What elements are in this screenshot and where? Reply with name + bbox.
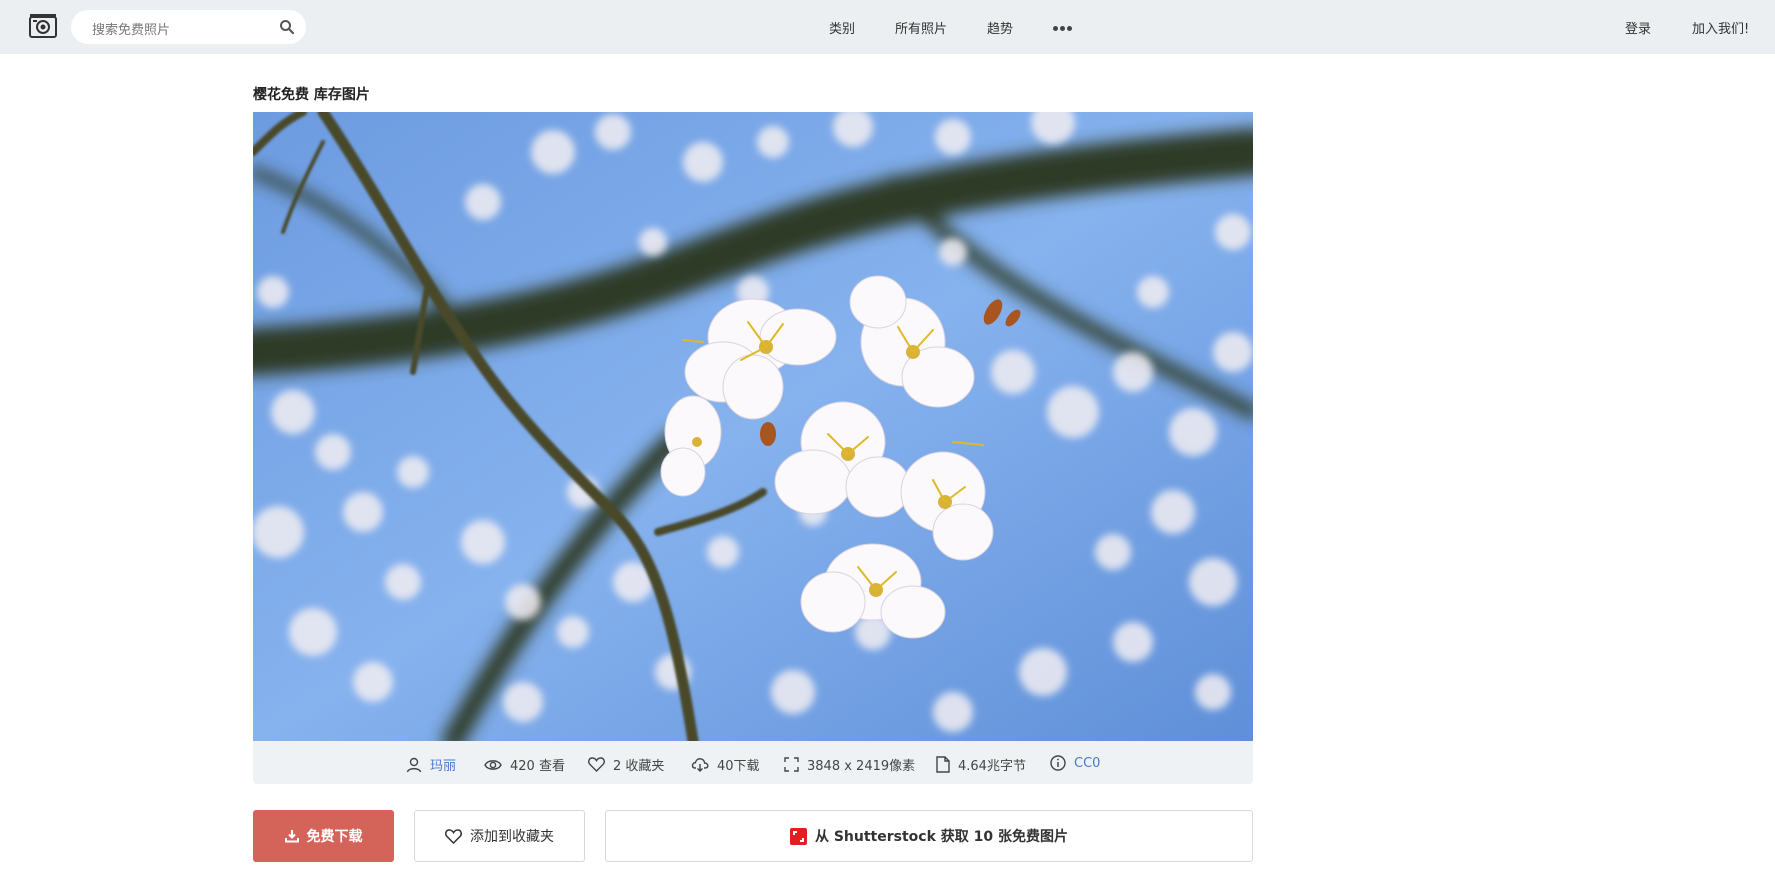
heart-icon bbox=[588, 757, 605, 772]
shutterstock-offer-label: 从 Shutterstock 获取 10 张免费图片 bbox=[814, 829, 1069, 845]
dimensions-meta: 3848 x 2419像素 bbox=[784, 755, 915, 774]
shutterstock-logo-icon bbox=[789, 827, 807, 845]
downloads-meta: 40下载 bbox=[691, 755, 760, 774]
license-link[interactable]: CC0 bbox=[1074, 756, 1100, 771]
downloads-count: 40下载 bbox=[717, 759, 760, 774]
shutterstock-offer-button[interactable]: 从 Shutterstock 获取 10 张免费图片 bbox=[605, 810, 1253, 862]
info-icon bbox=[1050, 755, 1066, 771]
nav-all-photos[interactable]: 所有照片 bbox=[895, 18, 947, 37]
camera-logo-icon[interactable] bbox=[29, 13, 57, 39]
add-to-favorites-button[interactable]: 添加到收藏夹 bbox=[414, 810, 585, 862]
search-placeholder: 搜索免费照片 bbox=[92, 23, 171, 38]
views-count: 420 查看 bbox=[510, 759, 565, 774]
search-input[interactable]: 搜索免费照片 bbox=[71, 10, 306, 44]
add-to-favorites-label: 添加到收藏夹 bbox=[470, 829, 554, 845]
expand-icon bbox=[784, 757, 799, 772]
author-link[interactable]: 玛丽 bbox=[430, 755, 456, 774]
favorites-meta: 2 收藏夹 bbox=[588, 755, 664, 774]
views-meta: 420 查看 bbox=[484, 755, 565, 774]
nav-categories[interactable]: 类别 bbox=[829, 18, 855, 37]
photo-info-bar: 玛丽 420 查看 2 收藏夹 40下载 3848 x 2419像素 4.64兆… bbox=[253, 741, 1253, 784]
license-meta: CC0 bbox=[1050, 755, 1100, 771]
page-title: 樱花免费 库存图片 bbox=[253, 87, 370, 103]
more-menu-icon[interactable] bbox=[1053, 16, 1075, 31]
user-icon bbox=[406, 757, 422, 772]
top-navigation-bar: 搜索免费照片 类别 所有照片 趋势 登录 加入我们! bbox=[0, 0, 1775, 54]
filesize-meta: 4.64兆字节 bbox=[936, 755, 1026, 774]
favorites-count: 2 收藏夹 bbox=[613, 759, 665, 774]
join-link[interactable]: 加入我们! bbox=[1692, 18, 1749, 37]
login-link[interactable]: 登录 bbox=[1625, 18, 1651, 37]
download-icon bbox=[284, 830, 299, 843]
file-icon bbox=[936, 756, 950, 773]
free-download-button[interactable]: 免费下载 bbox=[253, 810, 394, 862]
filesize-value: 4.64兆字节 bbox=[958, 759, 1026, 774]
cherry-blossom-photo[interactable] bbox=[253, 112, 1253, 741]
eye-icon bbox=[484, 759, 502, 770]
dimensions-value: 3848 x 2419像素 bbox=[807, 759, 916, 774]
search-icon[interactable] bbox=[279, 19, 295, 35]
nav-trending[interactable]: 趋势 bbox=[987, 18, 1013, 37]
cloud-download-icon bbox=[691, 758, 709, 772]
author-meta: 玛丽 bbox=[406, 755, 456, 774]
heart-icon bbox=[445, 828, 462, 844]
free-download-label: 免费下载 bbox=[306, 829, 363, 845]
